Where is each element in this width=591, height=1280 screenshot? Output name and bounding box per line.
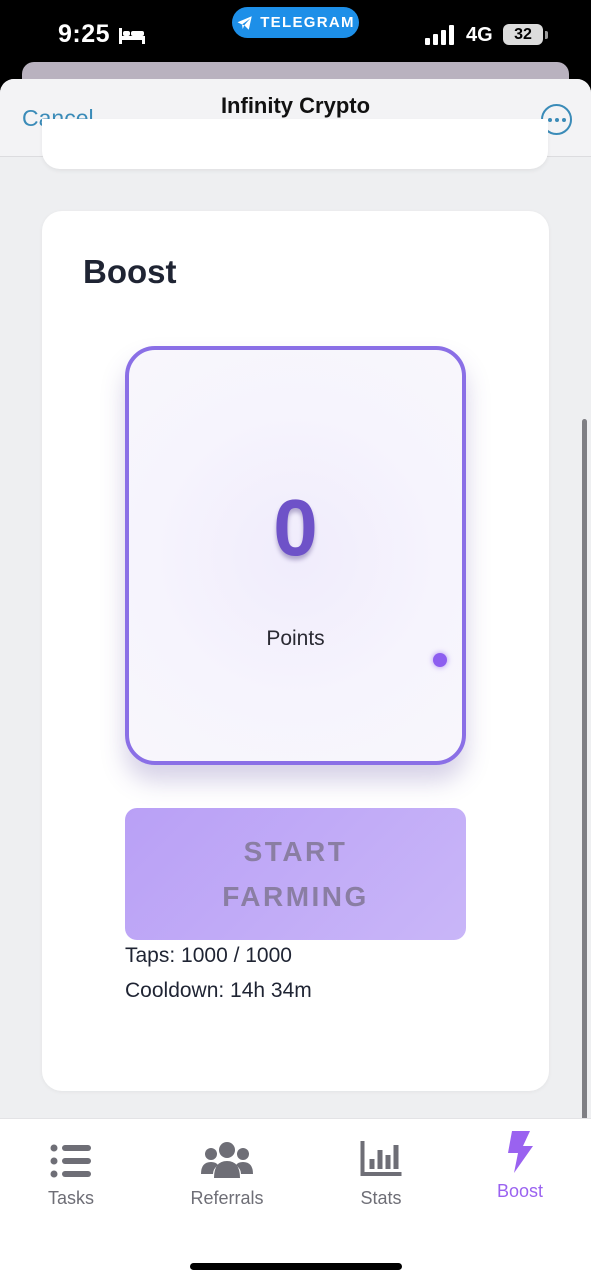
lightning-icon <box>508 1131 533 1173</box>
telegram-pill[interactable]: TELEGRAM <box>232 7 359 38</box>
nav-label-referrals: Referrals <box>190 1188 264 1208</box>
telegram-label: TELEGRAM <box>260 14 355 31</box>
previous-card <box>42 119 548 169</box>
nav-label-boost: Boost <box>496 1181 544 1201</box>
signal-icon <box>425 25 454 45</box>
points-card[interactable]: 0 Points <box>125 346 466 765</box>
webapp-sheet: Cancel Infinity Crypto bot Boost 0 Point… <box>0 79 591 1280</box>
indicator-dot <box>433 653 447 667</box>
more-dot-icon <box>547 117 552 122</box>
nav-label-stats: Stats <box>360 1188 402 1208</box>
status-time: 9:25 <box>58 20 111 48</box>
points-label: Points <box>266 627 325 650</box>
list-icon <box>50 1144 91 1178</box>
boost-card: Boost 0 Points START FARMING Taps: 1000 … <box>42 211 549 1091</box>
status-bar: 9:25 TELEGRAM 4G 32 <box>0 0 591 66</box>
start-farming-button[interactable]: START FARMING <box>125 808 466 940</box>
battery-tip <box>545 31 548 39</box>
battery-level: 32 <box>503 24 543 45</box>
bottom-navigation: Tasks Referrals Stats Boost <box>0 1118 591 1280</box>
more-dot-icon <box>561 117 566 122</box>
points-value: 0 <box>273 483 318 572</box>
bar-chart-icon <box>360 1141 402 1176</box>
nav-item-stats[interactable]: Stats <box>311 1119 451 1229</box>
cooldown-timer: Cooldown: 14h 34m <box>125 979 312 1002</box>
nav-label-tasks: Tasks <box>47 1188 94 1208</box>
bot-title: Infinity Crypto <box>220 93 371 118</box>
home-indicator[interactable] <box>190 1263 402 1270</box>
taps-counter: Taps: 1000 / 1000 <box>125 944 292 967</box>
network-type: 4G <box>466 24 493 46</box>
boost-heading: Boost <box>83 253 177 290</box>
start-farming-label: START FARMING <box>222 836 369 912</box>
more-dot-icon <box>554 117 559 122</box>
nav-item-tasks[interactable]: Tasks <box>1 1119 141 1229</box>
telegram-icon <box>237 15 252 30</box>
scrollbar[interactable] <box>582 419 587 1229</box>
nav-item-boost[interactable]: Boost <box>450 1119 590 1229</box>
sleep-focus-icon <box>119 28 145 44</box>
nav-item-referrals[interactable]: Referrals <box>157 1119 297 1229</box>
users-icon <box>201 1142 253 1178</box>
